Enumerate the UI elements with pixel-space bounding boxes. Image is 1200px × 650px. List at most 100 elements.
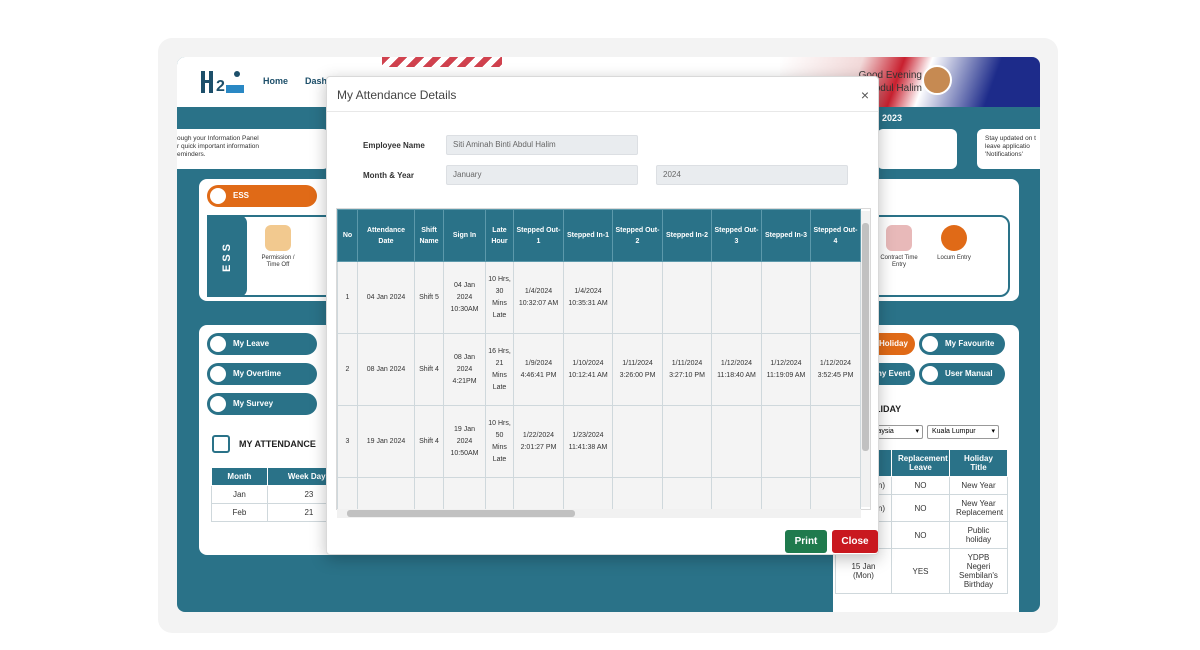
clock-gear-icon (941, 225, 967, 251)
table-cell: 1/4/2024 10:35:31 AM (563, 261, 613, 334)
table-cell: Shift 4 (414, 333, 444, 406)
attendance-table-body: 1 04 Jan 2024 Shift 5 04 Jan 2024 10:30AM 10… (337, 261, 861, 509)
table-header: Stepped Out-2 (612, 209, 663, 262)
close-button[interactable]: Close (832, 530, 878, 553)
modal-title: My Attendance Details (337, 88, 457, 102)
ess-item-contract[interactable]: Contract Time Entry (877, 225, 921, 269)
table-cell: 15 Jan (Mon) (835, 548, 892, 594)
table-cell: 11 Hrs, (485, 477, 514, 509)
nav-dashboard-link[interactable]: Dash (305, 76, 327, 86)
chevron-down-icon: ▾ (991, 428, 995, 435)
table-row: 2 08 Jan 2024 Shift 4 08 Jan 2024 4:21PM 16 … (337, 333, 861, 406)
manual-icon (922, 366, 938, 382)
divider (327, 111, 878, 112)
attendance-details-table: No Attendance Date Shift Name Sign In La… (337, 209, 861, 509)
nav-home-link[interactable]: Home (263, 76, 288, 86)
table-header: Stepped Out-4 (810, 209, 861, 262)
table-cell: Shift (414, 477, 444, 509)
ess-icon (210, 188, 226, 204)
horizontal-scrollbar[interactable] (337, 509, 861, 518)
table-cell: 04 Jan 2024 (357, 261, 415, 334)
table-cell: 1 (337, 261, 358, 334)
vertical-scrollbar[interactable] (861, 211, 870, 507)
close-icon[interactable]: × (861, 87, 869, 103)
ess-pill[interactable]: ESS (207, 185, 317, 207)
table-cell (612, 261, 663, 334)
my-survey-label: My Survey (233, 399, 274, 408)
my-leave-button[interactable]: My Leave (207, 333, 317, 355)
table-cell: 1/12/2024 3:52:45 PM (810, 333, 861, 406)
table-cell: 08 Jan 2024 (357, 333, 415, 406)
employee-name-field: Siti Aminah Binti Abdul Halim (446, 135, 638, 155)
table-cell (761, 477, 811, 509)
table-cell (761, 405, 811, 478)
table-header: Stepped In-3 (761, 209, 811, 262)
scrollbar-thumb[interactable] (862, 223, 869, 451)
month-field: January (446, 165, 638, 185)
table-cell: 1/23/2024 11:41:38 AM (563, 405, 613, 478)
calendar-icon (212, 435, 230, 453)
table-cell: NO (891, 476, 950, 495)
table-cell: 08 Jan 2024 4:21PM (443, 333, 486, 406)
table-cell: 16 Hrs, 21 Mins Late (485, 333, 514, 406)
table-cell: New Year Replacement (949, 494, 1008, 522)
table-cell: 1/11/2024 3:26:00 PM (612, 333, 663, 406)
leave-icon (210, 336, 226, 352)
ess-item-label: Locum Entry (937, 255, 971, 261)
table-header: Month (211, 467, 268, 486)
table-cell (711, 261, 762, 334)
handshake-icon (886, 225, 912, 251)
info-card-left: ough your Information Panel r quick impo… (177, 129, 329, 169)
company-logo: 2 (201, 71, 244, 95)
table-cell: NO (891, 494, 950, 522)
table-header: Stepped In-2 (662, 209, 712, 262)
my-favourite-button[interactable]: My Favourite (919, 333, 1005, 355)
attendance-grid[interactable]: No Attendance Date Shift Name Sign In La… (336, 208, 871, 510)
print-button[interactable]: Print (785, 530, 827, 553)
ess-item-permission[interactable]: Permission / Time Off (255, 225, 301, 269)
table-cell (810, 477, 861, 509)
table-header: Replacement Leave (891, 449, 950, 477)
table-cell (662, 477, 712, 509)
table-header: Late Hour (485, 209, 514, 262)
table-cell (337, 477, 358, 509)
table-header: Sign In (443, 209, 486, 262)
table-cell: 04 Jan 2024 10:30AM (443, 261, 486, 334)
table-row: 15 Jan (Mon) YES YDPB Negeri Sembilan's … (835, 548, 1008, 594)
table-header: Stepped Out-1 (513, 209, 564, 262)
my-survey-button[interactable]: My Survey (207, 393, 317, 415)
my-overtime-button[interactable]: My Overtime (207, 363, 317, 385)
table-cell: YES (891, 548, 950, 594)
city-value: Kuala Lumpur (932, 428, 976, 435)
table-cell: NO (891, 521, 950, 549)
month-year-label: Month & Year (363, 171, 414, 180)
attendance-details-modal: My Attendance Details × Employee Name Si… (326, 76, 879, 555)
table-cell: 10 Hrs, 30 Mins Late (485, 261, 514, 334)
ess-item-label: Contract Time Entry (880, 255, 918, 268)
survey-icon (210, 396, 226, 412)
table-cell: 1/23/2024 (513, 477, 564, 509)
table-header: Shift Name (414, 209, 444, 262)
my-attendance-title: MY ATTENDANCE (239, 439, 316, 449)
table-cell (761, 261, 811, 334)
table-cell: YDPB Negeri Sembilan's Birthday (949, 548, 1008, 594)
info-year: 2023 (882, 113, 903, 123)
table-cell: Public holiday (949, 521, 1008, 549)
ess-item-locum[interactable]: Locum Entry (929, 225, 979, 262)
table-cell (662, 405, 712, 478)
table-header: Holiday Title (949, 449, 1008, 477)
table-cell (810, 405, 861, 478)
table-cell (662, 261, 712, 334)
info-card-right: Stay updated on t leave applicatio 'Noti… (977, 129, 1040, 169)
city-select[interactable]: Kuala Lumpur ▾ (927, 425, 999, 439)
table-cell: 1/12/2024 11:19:09 AM (761, 333, 811, 406)
scrollbar-thumb[interactable] (347, 510, 575, 517)
table-cell: 1/22/2024 2:01:27 PM (513, 405, 564, 478)
table-cell: 1/23/2024 (563, 477, 613, 509)
table-header: Attendance Date (357, 209, 415, 262)
my-leave-label: My Leave (233, 339, 270, 348)
avatar[interactable] (922, 65, 952, 95)
user-manual-button[interactable]: User Manual (919, 363, 1005, 385)
table-cell (612, 477, 663, 509)
year-field: 2024 (656, 165, 848, 185)
